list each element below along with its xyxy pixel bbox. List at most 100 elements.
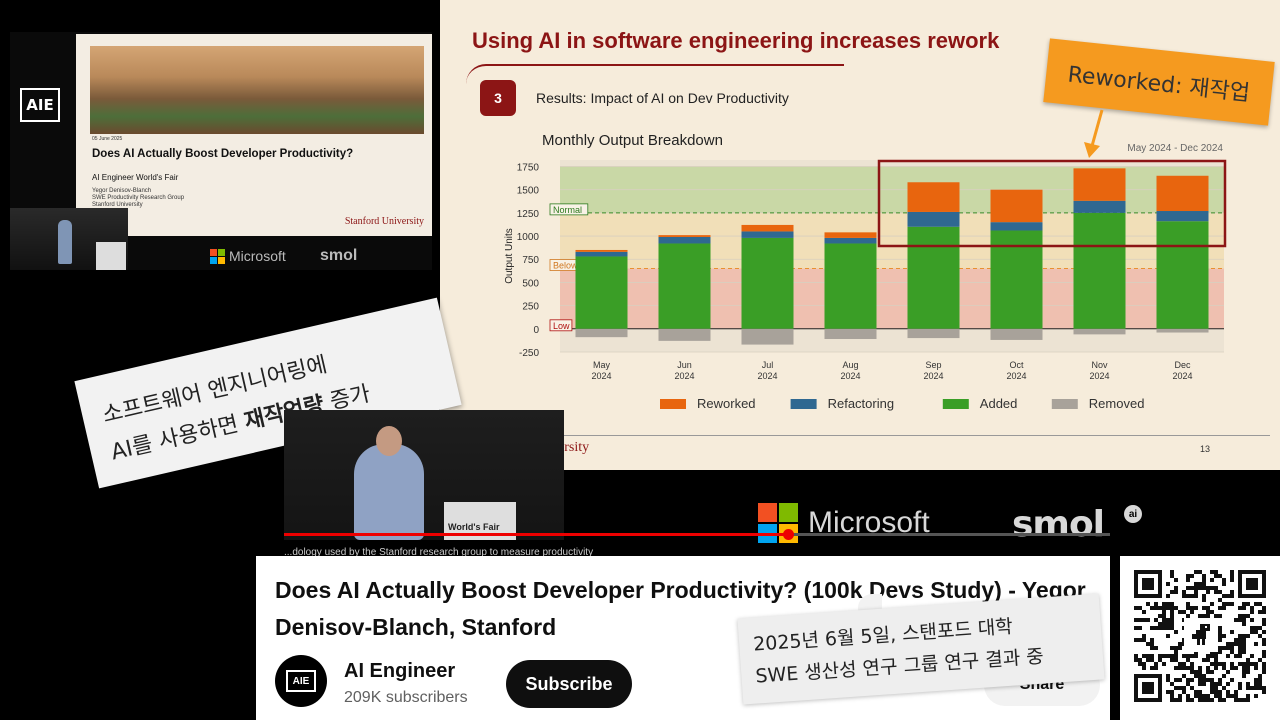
qr-module: [1170, 654, 1174, 658]
x-tick-label-month: Dec: [1174, 360, 1191, 370]
qr-module: [1222, 602, 1226, 606]
qr-module: [1234, 638, 1238, 642]
bar-reworked: [1073, 168, 1126, 201]
qr-module: [1218, 646, 1222, 650]
speaker-head: [376, 426, 402, 456]
qr-module: [1154, 618, 1158, 622]
x-tick-label-month: Jun: [677, 360, 692, 370]
bar-refactoring: [1073, 200, 1126, 213]
qr-module: [1226, 670, 1230, 674]
qr-module: [1162, 614, 1166, 618]
qr-module: [1214, 654, 1218, 658]
qr-module: [1138, 618, 1142, 622]
channel-avatar[interactable]: AIE: [275, 655, 327, 707]
y-tick-label: 500: [522, 278, 539, 289]
qr-module: [1170, 698, 1174, 702]
qr-module: [1238, 638, 1242, 642]
channel-name[interactable]: AI Engineer: [344, 660, 455, 683]
qr-module: [1202, 658, 1206, 662]
qr-module: [1146, 602, 1150, 606]
qr-module: [1218, 598, 1222, 602]
qr-module: [1198, 690, 1202, 694]
qr-module: [1230, 570, 1234, 574]
x-tick-label-month: Aug: [842, 360, 858, 370]
bar-reworked: [907, 182, 960, 212]
qr-module: [1194, 582, 1198, 586]
qr-module: [1238, 682, 1242, 686]
qr-module: [1150, 654, 1154, 658]
progress-scrubber[interactable]: [782, 529, 794, 540]
qr-module: [1262, 610, 1266, 614]
qr-module: [1150, 626, 1154, 630]
qr-module: [1162, 602, 1166, 606]
legend-swatch: [1051, 399, 1078, 409]
qr-module: [1134, 626, 1138, 630]
qr-module: [1166, 606, 1170, 610]
qr-module: [1162, 622, 1166, 626]
qr-module: [1146, 642, 1150, 646]
qr-module: [1158, 626, 1162, 630]
qr-module: [1210, 586, 1214, 590]
qr-module: [1174, 646, 1178, 650]
qr-module: [1226, 654, 1230, 658]
qr-module: [1250, 610, 1254, 614]
qr-module: [1218, 606, 1222, 610]
qr-module: [1194, 690, 1198, 694]
qr-module: [1218, 614, 1222, 618]
qr-module: [1246, 614, 1250, 618]
x-tick-label-year: 2024: [1006, 371, 1026, 381]
qr-module: [1210, 690, 1214, 694]
qr-module: [1158, 614, 1162, 618]
qr-module: [1178, 678, 1182, 682]
bar-refactoring: [658, 236, 711, 244]
qr-module: [1186, 654, 1190, 658]
qr-module: [1218, 574, 1222, 578]
bar-refactoring: [1156, 211, 1209, 222]
qr-module: [1262, 654, 1266, 658]
qr-module: [1214, 686, 1218, 690]
qr-module: [1146, 618, 1150, 622]
bar-removed: [1156, 328, 1209, 333]
video-progress-bar[interactable]: [284, 529, 1110, 540]
qr-module: [1230, 678, 1234, 682]
qr-module: [1214, 682, 1218, 686]
aie-logo: AIE: [286, 670, 316, 692]
legend-label: Removed: [1089, 396, 1145, 411]
qr-module: [1238, 654, 1242, 658]
qr-module: [1234, 694, 1238, 698]
qr-module: [1134, 658, 1138, 662]
qr-module: [1226, 682, 1230, 686]
qr-module: [1210, 662, 1214, 666]
qr-module: [1182, 666, 1186, 670]
qr-module: [1230, 594, 1234, 598]
qr-module: [1234, 698, 1238, 702]
qr-module: [1222, 698, 1226, 702]
qr-module: [1226, 694, 1230, 698]
qr-module: [1174, 586, 1178, 590]
subscribe-button[interactable]: Subscribe: [506, 660, 632, 708]
bar-refactoring: [824, 237, 877, 244]
qr-module: [1262, 670, 1266, 674]
qr-module: [1250, 662, 1254, 666]
qr-module: [1170, 614, 1174, 618]
bar-reworked: [990, 189, 1043, 223]
qr-module: [1230, 650, 1234, 654]
qr-module: [1242, 670, 1246, 674]
qr-module: [1174, 650, 1178, 654]
bar-removed: [658, 328, 711, 341]
qr-module: [1182, 674, 1186, 678]
thumbnail-slide: AIE 05 June 2025 Does AI Actually Boost …: [10, 32, 432, 270]
qr-module: [1206, 666, 1210, 670]
qr-module: [1218, 698, 1222, 702]
qr-module: [1174, 606, 1178, 610]
qr-module: [1258, 674, 1262, 678]
qr-module: [1142, 682, 1154, 694]
qr-module: [1250, 606, 1254, 610]
microsoft-icon: [210, 248, 225, 264]
x-tick-label-year: 2024: [840, 371, 860, 381]
qr-module: [1170, 602, 1174, 606]
qr-module: [1202, 606, 1206, 610]
qr-module: [1182, 690, 1186, 694]
qr-module: [1214, 570, 1218, 574]
bar-reworked: [824, 232, 877, 238]
